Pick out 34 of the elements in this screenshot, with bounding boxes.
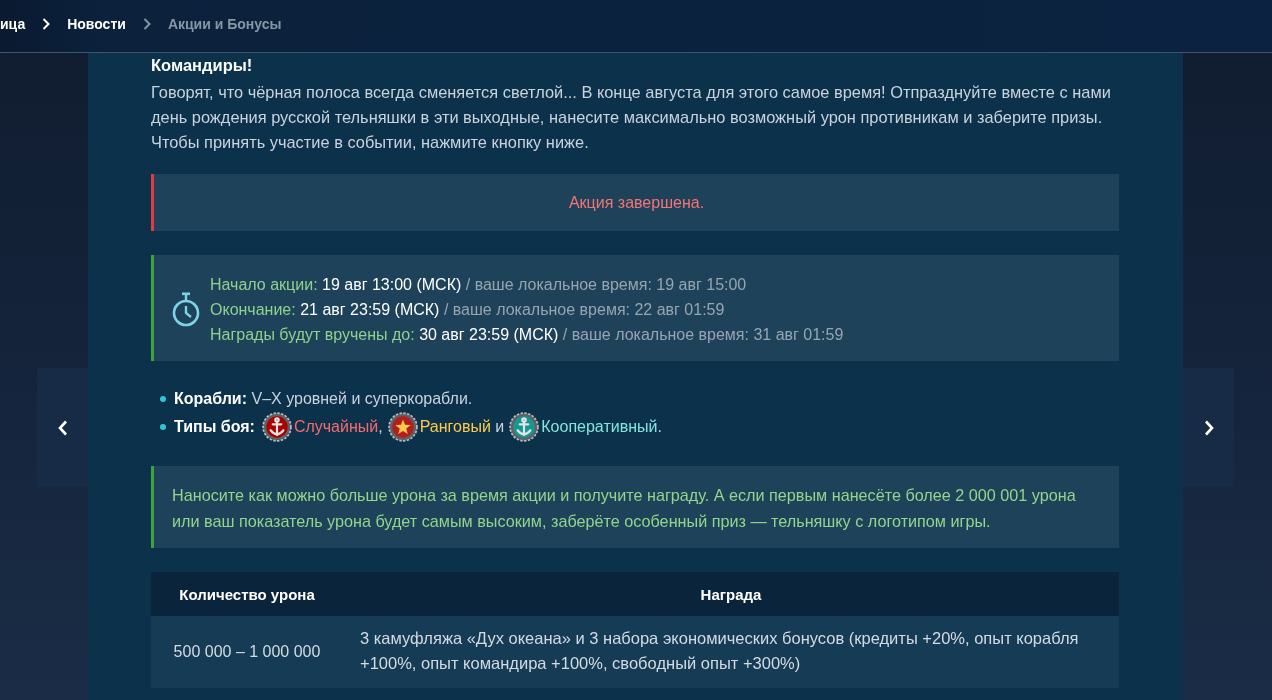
battle-type-name: Случайный <box>293 418 379 436</box>
chevron-right-icon <box>142 17 151 30</box>
reward-note: Наносите как можно больше урона за время акции и получите награду. А если первым нанесёте более 2 000 001 урона или ваш показатель урона будет самым высоким, заберёте особенный приз — тельняшку с логотипом игры. <box>151 466 1119 548</box>
table-cell: 500 000 – 1 000 000 <box>151 616 343 688</box>
previous-button[interactable] <box>37 368 88 487</box>
article-title: Командиры! <box>151 55 254 75</box>
anchor-badge-icon <box>509 412 540 442</box>
battle-type-name: Ранговый <box>419 418 491 436</box>
schedule-line: Окончание: 21 авг 23:59 (МСК) / ваше локальное время: 22 авг 01:59 <box>210 300 726 320</box>
table-cell: 3 камуфляжа «Дух океана» и 3 набора экономических бонусов (кредиты +20%, опыт корабля +100%, опыт командира +100%, свободный опыт +300%) <box>343 616 1119 688</box>
separator-text: , <box>378 418 383 436</box>
condition-text: Корабли: V–X уровней и суперкорабли. <box>174 390 473 408</box>
chevron-right-icon <box>42 17 51 30</box>
separator-text: и <box>494 418 505 436</box>
breadcrumb-current: Акции и Бонусы <box>167 15 282 32</box>
next-button[interactable] <box>1183 368 1234 487</box>
breadcrumb-link[interactable]: Новости <box>67 15 126 32</box>
intro-paragraph: Говорят, что чёрная полоса всегда сменяется светлой... В конце августа для этого самое время! Отпразднуйте вместе с нами день рождения русской тельняшки в эти выходные, нанесите максимально возможный урон противникам и заберите призы. Чтобы принять участие в событии, нажмите кнопку ниже. <box>151 82 1112 153</box>
status-notice: Акция завершена. <box>151 174 1119 231</box>
battle-type-name: Кооперативный <box>541 418 658 436</box>
anchor-badge-icon <box>261 412 292 442</box>
stopwatch-icon <box>172 292 200 327</box>
schedule-line: Начало акции: 19 авг 13:00 (МСК) / ваше локальное время: 19 авг 15:00 <box>210 275 748 295</box>
condition-label: Типы боя: <box>174 418 255 436</box>
star-badge-icon <box>387 412 418 442</box>
breadcrumb-link[interactable]: ица <box>0 15 26 32</box>
separator-text: . <box>657 418 662 436</box>
bullet-icon <box>160 424 166 430</box>
chevron-right-icon <box>1203 419 1214 436</box>
column-header: Количество урона <box>151 572 343 616</box>
bullet-icon <box>160 396 166 402</box>
column-header: Награда <box>343 572 1119 616</box>
schedule-line: Награды будут вручены до: 30 авг 23:59 (МСК) / ваше локальное время: 31 авг 01:59 <box>210 325 844 345</box>
chevron-left-icon <box>57 419 68 436</box>
